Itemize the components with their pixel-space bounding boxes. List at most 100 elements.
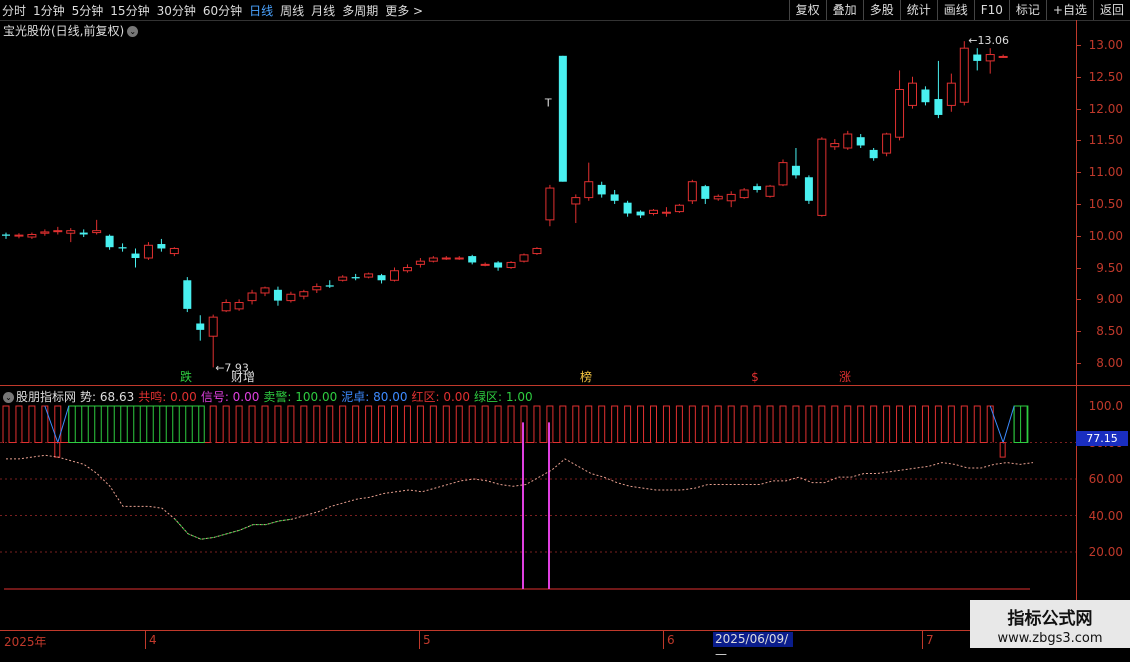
price-tick-label: 10.50 xyxy=(1088,196,1123,211)
month-label: 7 xyxy=(926,633,934,647)
candle xyxy=(661,207,671,217)
candle xyxy=(428,256,438,263)
price-tick-label: 10.00 xyxy=(1088,228,1123,243)
month-divider xyxy=(663,631,664,649)
candle xyxy=(753,183,762,193)
candle xyxy=(506,261,516,269)
candle-body xyxy=(921,89,930,103)
toolbar-button-8[interactable]: 返回 xyxy=(1092,0,1130,20)
candle xyxy=(105,234,114,250)
toolbar-button-3[interactable]: 统计 xyxy=(899,0,937,20)
candle xyxy=(2,232,10,239)
candle-body xyxy=(66,230,76,234)
price-tick xyxy=(1077,331,1081,333)
candle-body xyxy=(908,82,917,106)
candle xyxy=(27,232,37,239)
candle xyxy=(959,41,969,106)
tab-9[interactable]: 多周期 xyxy=(342,2,378,19)
indicator-tick-label: 40.00 xyxy=(1088,508,1123,523)
candle-body xyxy=(713,195,723,200)
candle-body xyxy=(428,257,438,262)
toolbar-button-1[interactable]: 叠加 xyxy=(825,0,863,20)
indicator-chart[interactable] xyxy=(0,400,1076,630)
toolbar-button-2[interactable]: 多股 xyxy=(862,0,900,20)
toolbar-button-7[interactable]: +自选 xyxy=(1045,0,1093,20)
toolbar-button-0[interactable]: 复权 xyxy=(788,0,826,20)
tab-0[interactable]: 分时 xyxy=(2,2,26,19)
candle xyxy=(494,261,503,271)
toolbar-button-4[interactable]: 画线 xyxy=(936,0,974,20)
price-tick-label: 8.50 xyxy=(1096,324,1123,339)
candle-body xyxy=(791,165,800,176)
candle-body xyxy=(390,270,399,281)
watermark-url: www.zbgs3.com xyxy=(997,631,1103,646)
candle xyxy=(765,184,775,198)
candle-body xyxy=(558,55,567,182)
month-label: 4 xyxy=(149,633,157,647)
candle-body xyxy=(532,247,542,255)
panel-divider xyxy=(0,385,1130,386)
price-tick-label: 11.50 xyxy=(1088,133,1123,148)
date-start: 2025年 xyxy=(4,635,47,649)
candle-body xyxy=(506,261,516,269)
candle xyxy=(973,48,982,71)
tab-7[interactable]: 周线 xyxy=(280,2,304,19)
signal-bar xyxy=(54,442,61,458)
candle xyxy=(260,286,270,297)
candle-body xyxy=(869,149,878,159)
candle xyxy=(196,315,205,341)
tab-1[interactable]: 1分钟 xyxy=(33,2,65,19)
candle xyxy=(843,130,853,150)
tab-5[interactable]: 60分钟 xyxy=(203,2,242,19)
candle xyxy=(895,70,905,141)
candle-body xyxy=(377,275,386,281)
watermark: 指标公式网 www.zbgs3.com xyxy=(970,600,1130,648)
candle-body xyxy=(623,202,632,214)
blue-transition xyxy=(989,405,1015,445)
toolbar-button-6[interactable]: 标记 xyxy=(1008,0,1046,20)
candle xyxy=(441,256,451,260)
watermark-title: 指标公式网 xyxy=(1007,609,1093,629)
candle xyxy=(532,247,542,255)
candle-body xyxy=(325,285,334,287)
candle-body xyxy=(402,267,412,272)
candle-body xyxy=(299,291,309,297)
candle-body xyxy=(260,287,270,294)
candle-body xyxy=(441,257,451,260)
candle xyxy=(312,283,322,293)
candle xyxy=(623,200,632,217)
month-divider xyxy=(922,631,923,649)
candle-body xyxy=(739,189,749,199)
candle-body xyxy=(765,185,775,197)
candle xyxy=(286,291,296,303)
candle xyxy=(791,148,800,179)
tab-3[interactable]: 15分钟 xyxy=(110,2,149,19)
tab-2[interactable]: 5分钟 xyxy=(72,2,104,19)
candle xyxy=(79,229,88,238)
tab-6[interactable]: 日线 xyxy=(249,2,273,19)
candle xyxy=(351,273,360,281)
indicator-tick-label: 60.00 xyxy=(1088,472,1123,486)
tab-10[interactable]: 更多 > xyxy=(385,2,423,19)
candle xyxy=(869,148,878,161)
candle xyxy=(558,55,567,182)
candle xyxy=(545,184,555,227)
candle xyxy=(571,194,581,224)
price-axis: 13.00 12.50 12.00 11.50 11.00 10.50 10.00 9.50 9… xyxy=(1076,20,1130,630)
candle xyxy=(66,228,76,243)
candle-body xyxy=(286,293,296,302)
candle xyxy=(726,191,736,208)
toolbar-button-5[interactable]: F10 xyxy=(973,0,1009,20)
candlestick-chart[interactable]: ←13.06←7.93T跌 财增榜 $ 涨 xyxy=(0,20,1076,385)
tab-8[interactable]: 月线 xyxy=(311,2,335,19)
indicator-tick-label: 20.00 xyxy=(1088,545,1123,559)
candle xyxy=(234,299,244,311)
candle xyxy=(131,248,140,268)
candle xyxy=(14,233,24,239)
candle xyxy=(908,76,917,109)
candle-body xyxy=(946,82,956,106)
candle-body xyxy=(701,186,710,199)
candle xyxy=(157,238,166,252)
tab-4[interactable]: 30分钟 xyxy=(157,2,196,19)
candle xyxy=(519,253,529,263)
